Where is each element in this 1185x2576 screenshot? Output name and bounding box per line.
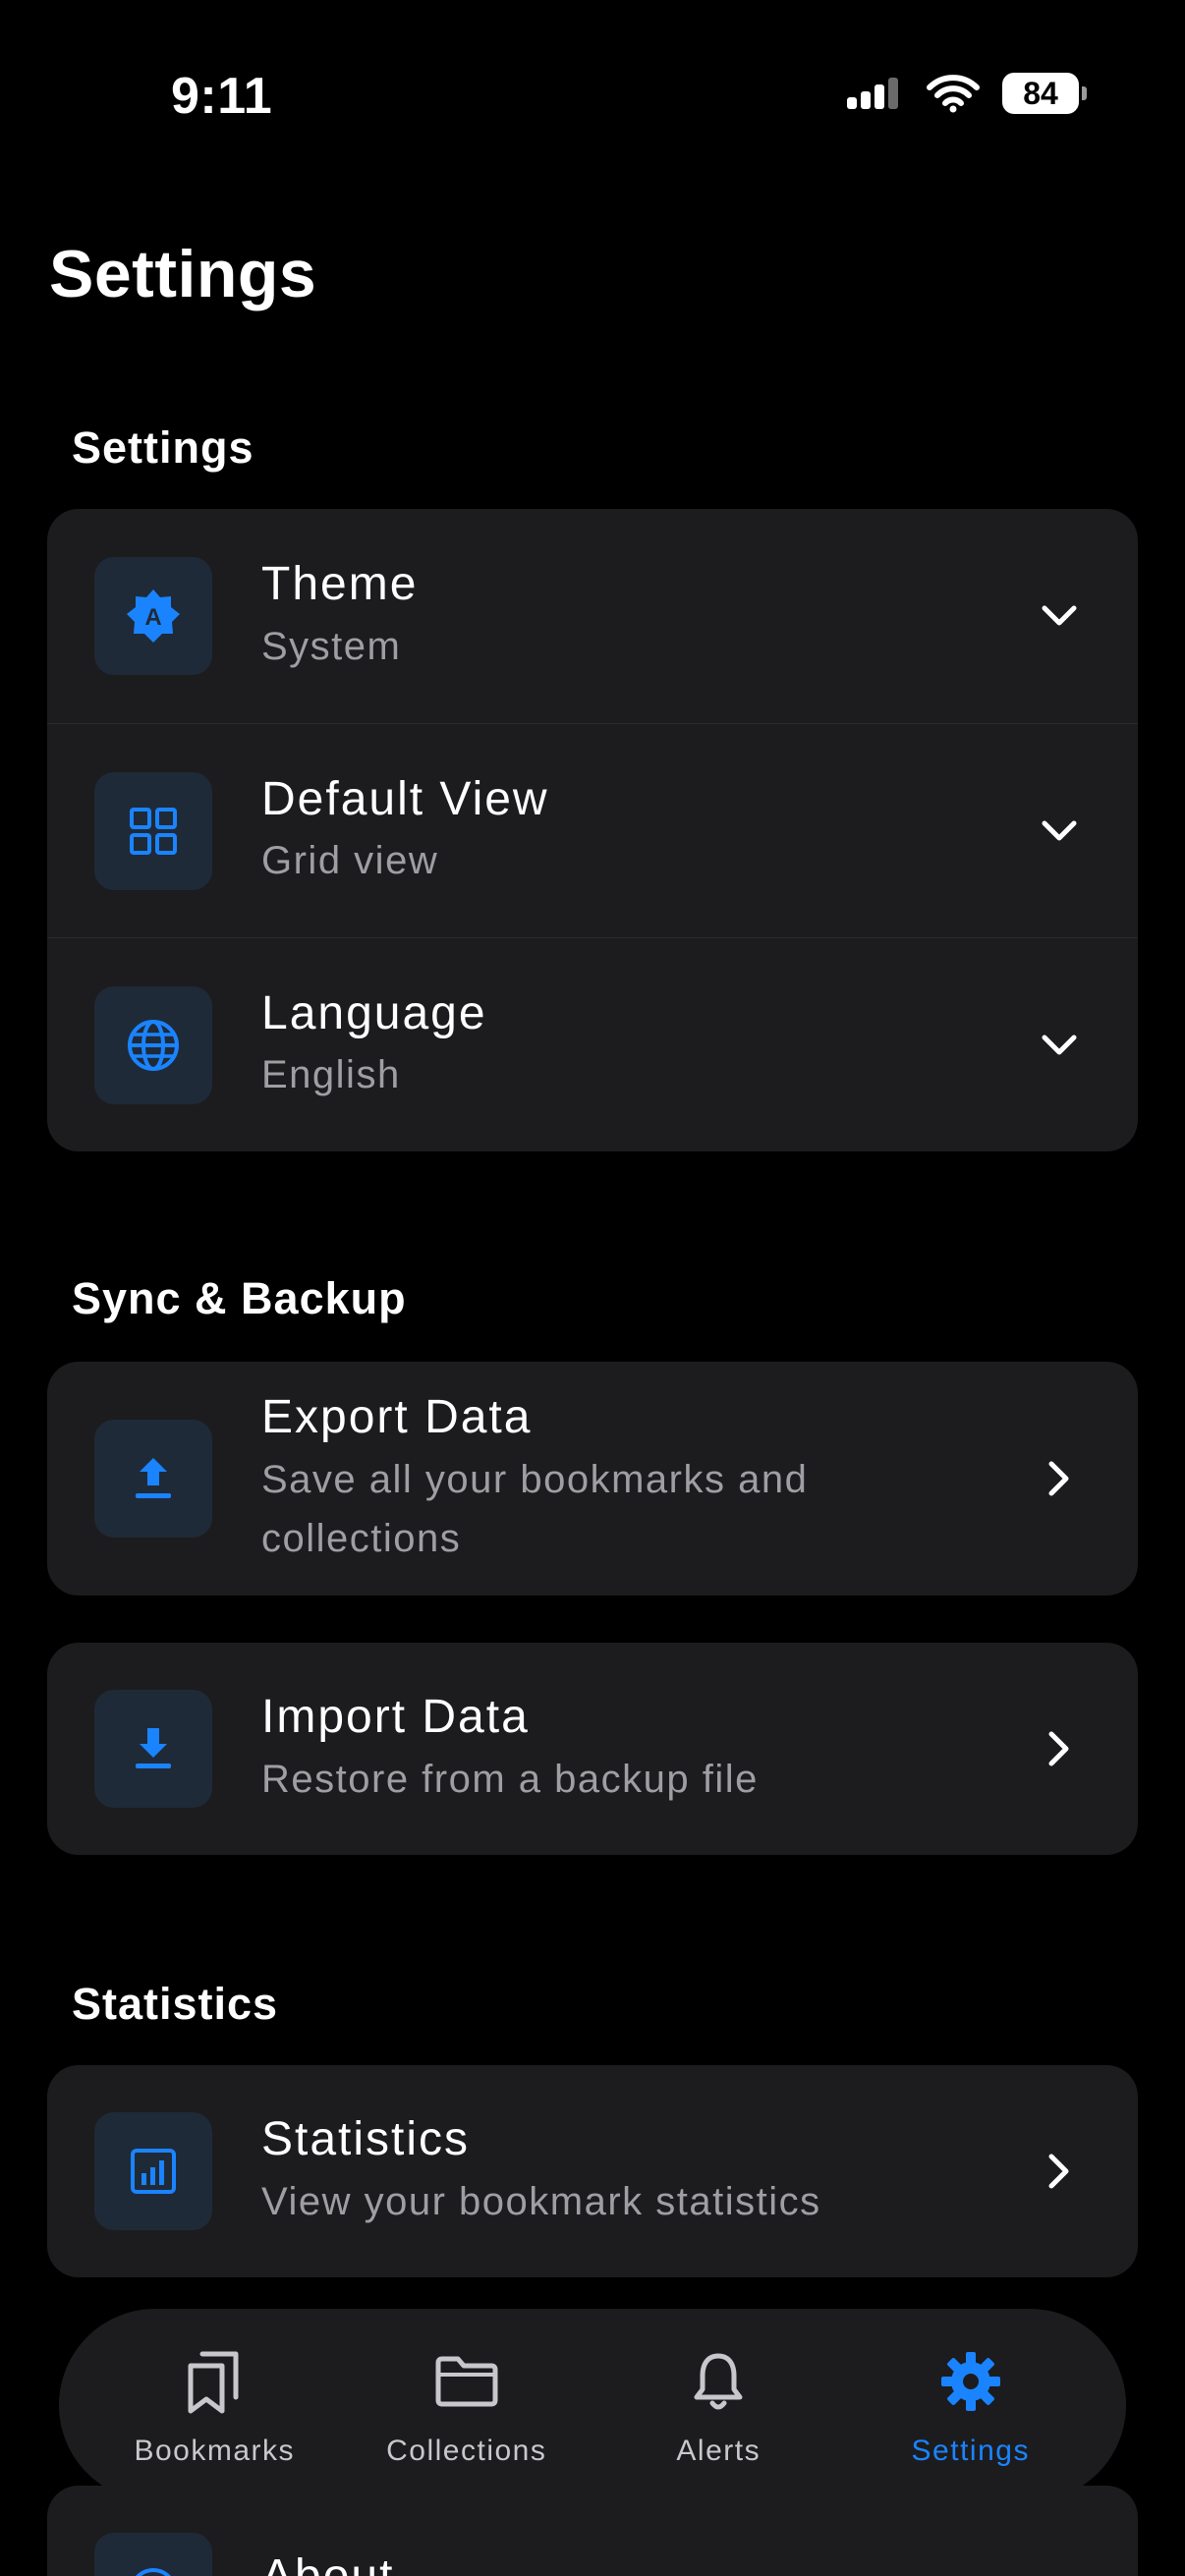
battery-level: 84 [1023, 75, 1058, 111]
folder-icon [435, 2356, 498, 2407]
download-icon [136, 1728, 171, 1768]
page-title: Settings [49, 237, 317, 311]
cellular-signal-icon [847, 78, 898, 109]
tab-alerts-label: Alerts [676, 2435, 762, 2467]
upload-icon [136, 1458, 171, 1498]
default-view-title: Default View [261, 772, 549, 825]
theme-icon: A [127, 589, 180, 643]
about-title: About [261, 2548, 1138, 2576]
battery-indicator: 84 [1002, 73, 1087, 114]
export-data-row[interactable]: Export Data Save all your bookmarks and … [47, 1362, 1138, 1596]
info-icon-box [94, 2533, 212, 2576]
tab-alerts[interactable]: Alerts [595, 2342, 841, 2468]
chevron-down-icon [1042, 605, 1077, 626]
language-row[interactable]: Language English [47, 937, 1138, 1151]
upload-icon-box [94, 1420, 212, 1538]
settings-screen: 9:11 84 Settings Settings A Theme System… [0, 0, 1185, 2576]
globe-icon [128, 1019, 179, 1071]
language-dropdown[interactable] [981, 1033, 1138, 1058]
globe-icon-box [94, 985, 212, 1104]
bottom-tab-bar: Bookmarks Collections Alerts Settings [59, 2309, 1126, 2501]
bookmarks-icon [188, 2351, 239, 2414]
svg-text:A: A [144, 604, 161, 631]
statistics-chevron [981, 2152, 1138, 2191]
statistics-row[interactable]: Statistics View your bookmark statistics [47, 2065, 1138, 2277]
export-data-title: Export Data [261, 1391, 533, 1444]
tab-settings-label: Settings [911, 2435, 1030, 2467]
chevron-right-icon [1048, 2154, 1069, 2189]
grid-icon [130, 807, 177, 855]
section-header-settings: Settings [72, 422, 254, 473]
statistics-subtitle: View your bookmark statistics [261, 2179, 821, 2223]
theme-dropdown[interactable] [981, 603, 1138, 629]
general-settings-card: A Theme System Default View Grid view La… [47, 509, 1138, 1151]
status-time: 9:11 [171, 68, 273, 125]
download-icon-box [94, 1690, 212, 1808]
chevron-right-icon [1048, 1461, 1069, 1496]
chevron-right-icon [1048, 1731, 1069, 1766]
section-header-statistics: Statistics [72, 1979, 279, 2029]
tab-bookmarks[interactable]: Bookmarks [91, 2342, 337, 2468]
section-header-sync-backup: Sync & Backup [72, 1273, 407, 1323]
default-view-value: Grid view [261, 839, 439, 883]
default-view-dropdown[interactable] [981, 818, 1138, 844]
import-data-subtitle: Restore from a backup file [261, 1757, 759, 1801]
chart-icon [131, 2149, 176, 2194]
export-data-card[interactable]: Export Data Save all your bookmarks and … [47, 1362, 1138, 1596]
status-icons: 84 [845, 73, 1087, 114]
chart-icon-box [94, 2112, 212, 2230]
theme-value: System [261, 624, 402, 668]
gear-icon [940, 2352, 1000, 2411]
wifi-icon [927, 75, 980, 113]
tab-collections-label: Collections [386, 2435, 547, 2467]
theme-icon-box: A [94, 557, 212, 675]
language-value: English [261, 1053, 401, 1097]
chevron-down-icon [1042, 820, 1077, 840]
tab-bookmarks-label: Bookmarks [134, 2435, 296, 2467]
export-data-subtitle: Save all your bookmarks and collections [261, 1457, 809, 1560]
statistics-title: Statistics [261, 2113, 471, 2166]
default-view-row[interactable]: Default View Grid view [47, 723, 1138, 937]
theme-row[interactable]: A Theme System [47, 509, 1138, 723]
statistics-card[interactable]: Statistics View your bookmark statistics [47, 2065, 1138, 2277]
chevron-down-icon [1042, 1035, 1077, 1054]
import-data-card[interactable]: Import Data Restore from a backup file [47, 1643, 1138, 1855]
import-data-chevron [981, 1729, 1138, 1768]
export-data-chevron [981, 1459, 1138, 1498]
import-data-row[interactable]: Import Data Restore from a backup file [47, 1643, 1138, 1855]
theme-title: Theme [261, 558, 419, 611]
info-icon [136, 2568, 171, 2576]
language-title: Language [261, 986, 487, 1039]
tab-collections[interactable]: Collections [344, 2342, 590, 2468]
grid-icon-box [94, 771, 212, 890]
tab-settings[interactable]: Settings [848, 2342, 1094, 2468]
import-data-title: Import Data [261, 1691, 530, 1744]
bell-icon [694, 2353, 743, 2410]
